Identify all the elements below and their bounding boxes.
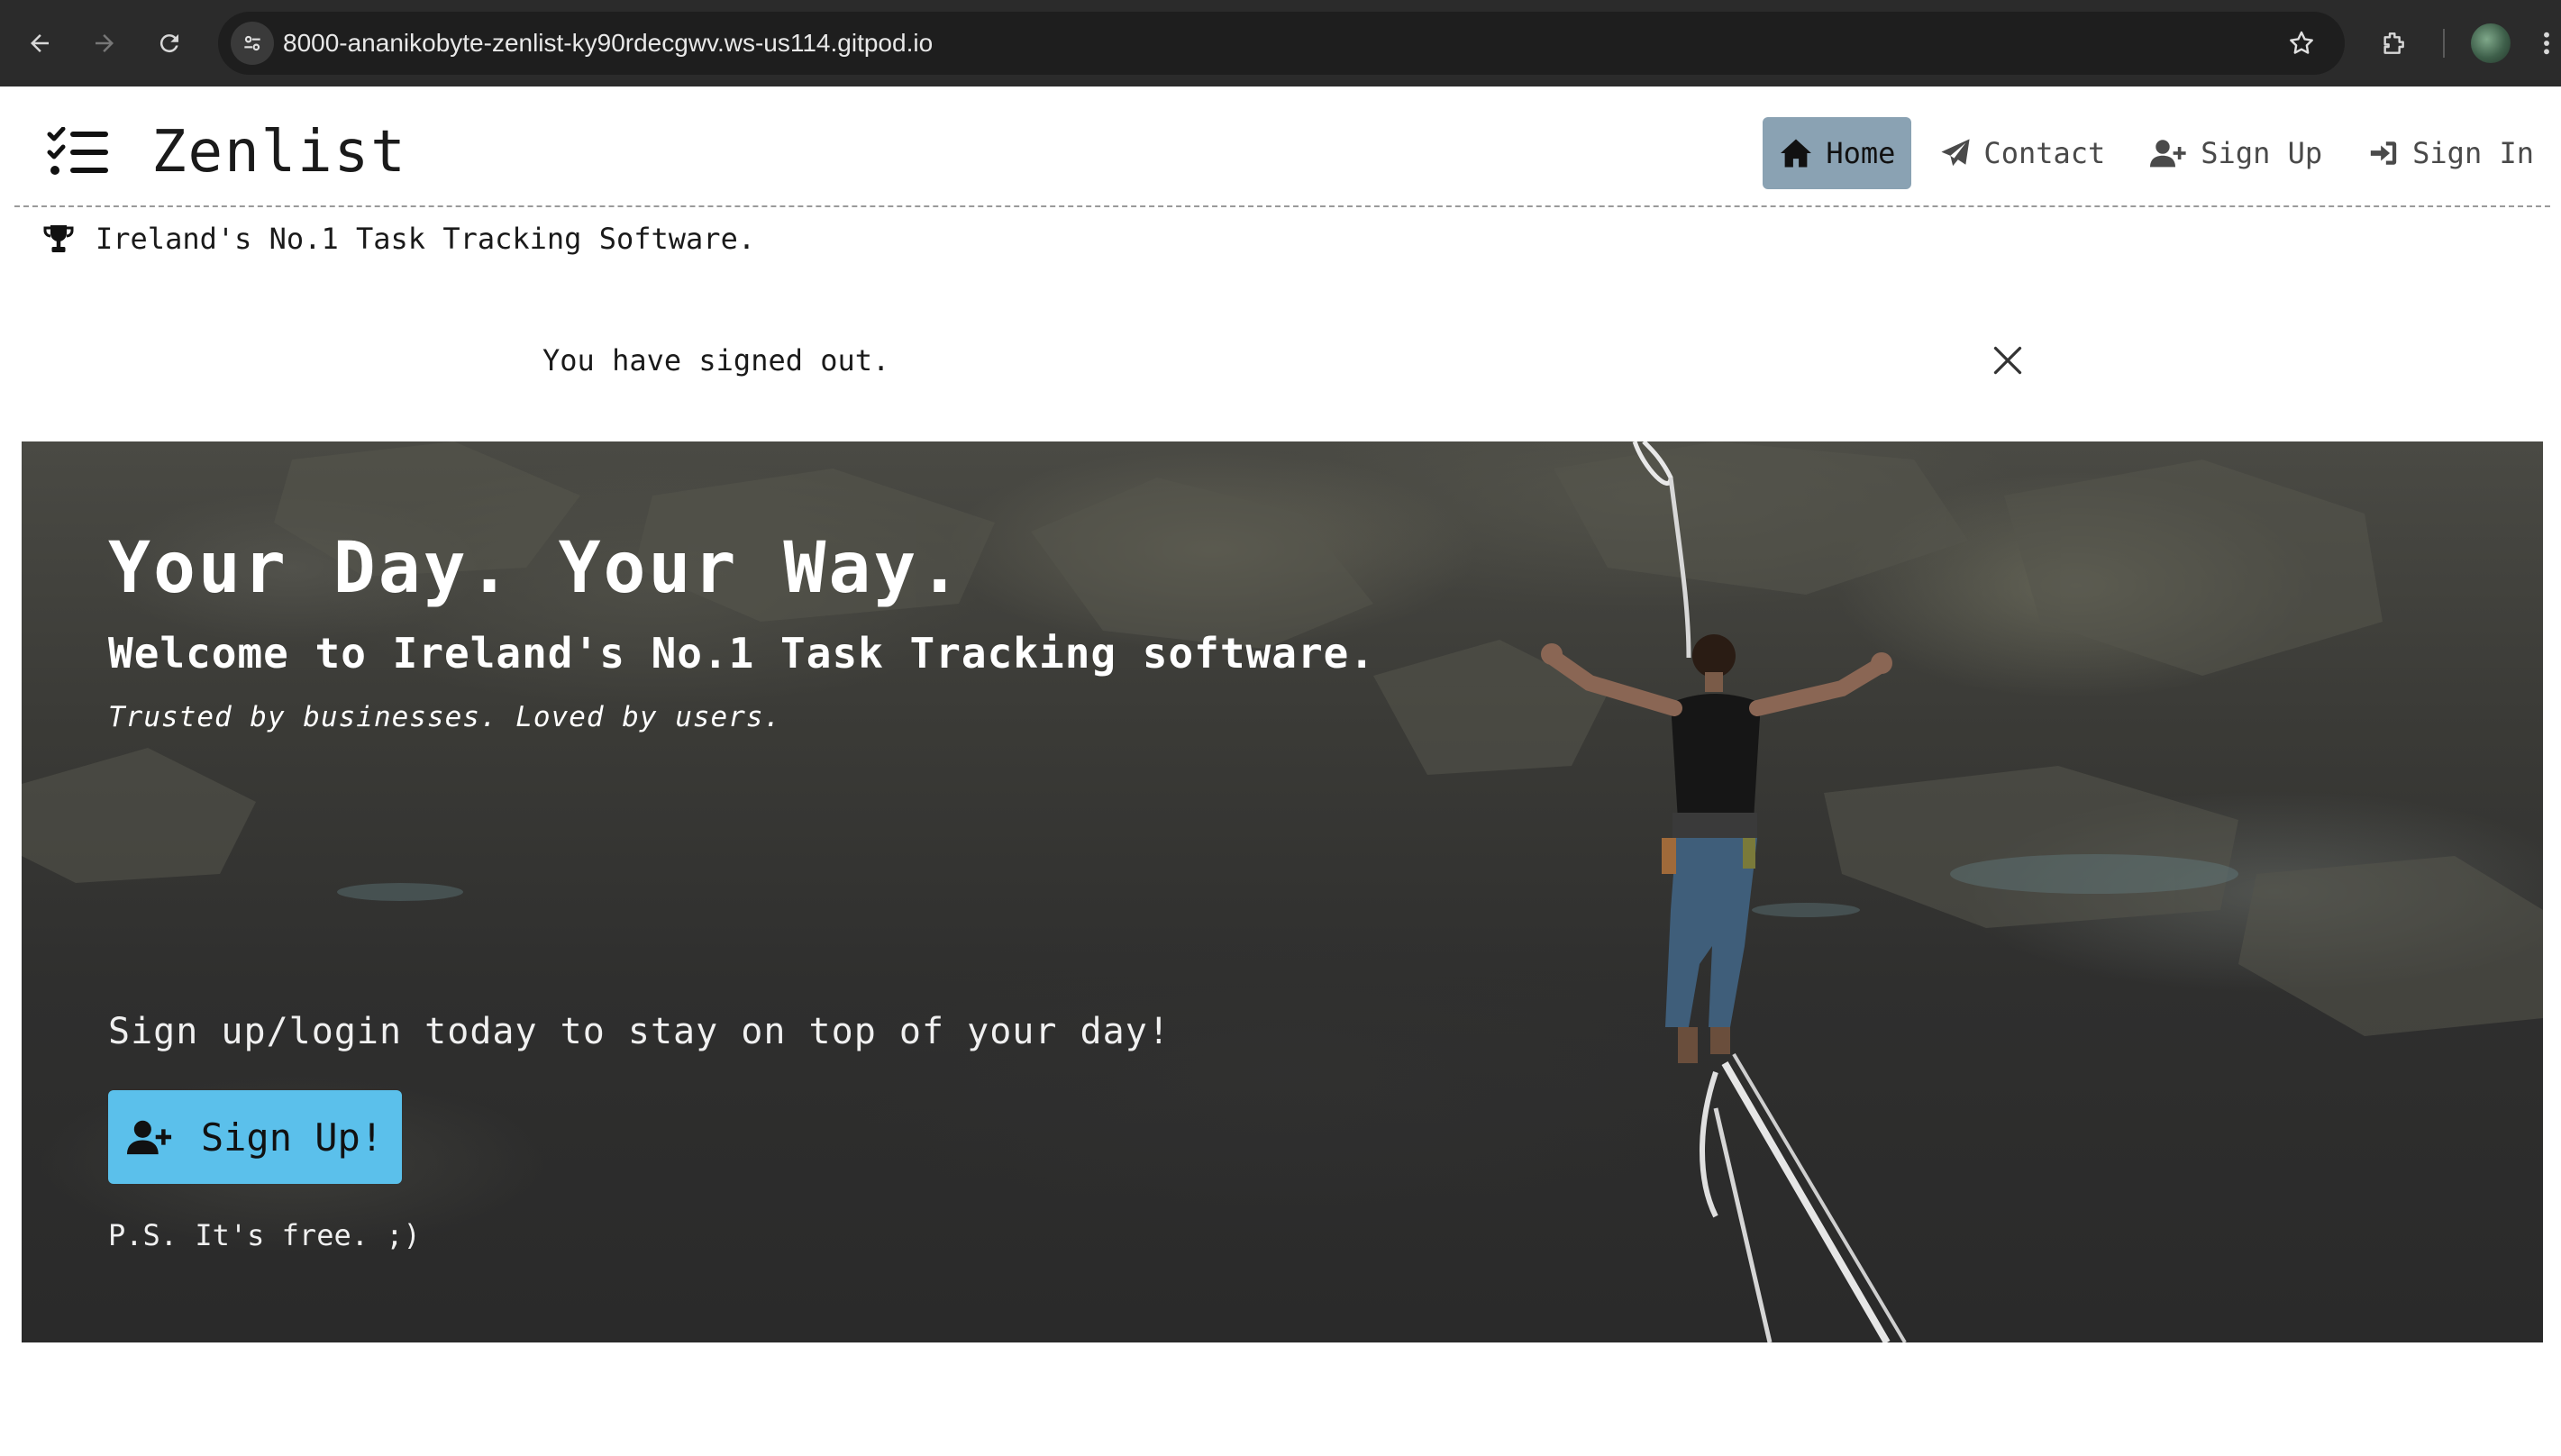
trophy-icon (43, 225, 74, 252)
hero-sign-up-button[interactable]: Sign Up! (108, 1090, 402, 1184)
hero-title: Your Day. Your Way. (108, 528, 964, 609)
checklist-icon (47, 127, 108, 175)
user-plus-icon (126, 1120, 171, 1155)
signout-alert-message: You have signed out. (542, 343, 890, 378)
hero-ps-text: P.S. It's free. ;) (108, 1218, 421, 1252)
nav-sign-in-label: Sign In (2412, 136, 2534, 170)
browser-toolbar: 8000-ananikobyte-zenlist-ky90rdecgwv.ws-… (0, 0, 2561, 86)
extensions-icon[interactable] (2372, 22, 2415, 65)
hero-banner: Your Day. Your Way. Welcome to Ireland's… (22, 441, 2543, 1342)
address-bar[interactable]: 8000-ananikobyte-zenlist-ky90rdecgwv.ws-… (218, 12, 2345, 75)
hero-trusted-text: Trusted by businesses. Loved by users. (108, 701, 782, 733)
user-plus-icon (2150, 140, 2186, 168)
hero-sign-up-label: Sign Up! (200, 1115, 384, 1160)
hero-subtitle: Welcome to Ireland's No.1 Task Tracking … (108, 629, 1376, 678)
site-settings-icon[interactable] (231, 22, 274, 65)
site-navbar: Zenlist Home Contact Sign Up Sign In (14, 86, 2550, 207)
paper-plane-icon (1941, 139, 1971, 167)
url-text[interactable]: 8000-ananikobyte-zenlist-ky90rdecgwv.ws-… (283, 12, 933, 75)
bookmark-star-icon[interactable] (2280, 22, 2323, 65)
back-icon[interactable] (18, 22, 61, 65)
profile-avatar[interactable] (2471, 23, 2511, 63)
main-nav: Home Contact Sign Up Sign In (1750, 117, 2550, 189)
tagline-text: Ireland's No.1 Task Tracking Software. (96, 222, 756, 256)
forward-icon[interactable] (83, 22, 126, 65)
home-icon (1781, 139, 1812, 168)
more-menu-icon[interactable] (2532, 22, 2561, 65)
nav-sign-in[interactable]: Sign In (2351, 117, 2550, 189)
nav-home-label: Home (1826, 136, 1896, 170)
reload-icon[interactable] (148, 22, 191, 65)
nav-contact-label: Contact (1983, 136, 2106, 170)
nav-sign-up[interactable]: Sign Up (2134, 117, 2338, 189)
sign-in-icon (2370, 141, 2397, 165)
tagline: Ireland's No.1 Task Tracking Software. (41, 222, 755, 256)
toolbar-divider (2443, 29, 2445, 58)
brand-name[interactable]: Zenlist (151, 121, 407, 184)
close-icon[interactable] (1988, 341, 2028, 380)
hero-cta-text: Sign up/login today to stay on top of yo… (108, 1011, 1171, 1052)
nav-sign-up-label: Sign Up (2201, 136, 2323, 170)
nav-home[interactable]: Home (1763, 117, 1912, 189)
brand[interactable]: Zenlist (47, 121, 407, 184)
nav-contact[interactable]: Contact (1924, 117, 2121, 189)
